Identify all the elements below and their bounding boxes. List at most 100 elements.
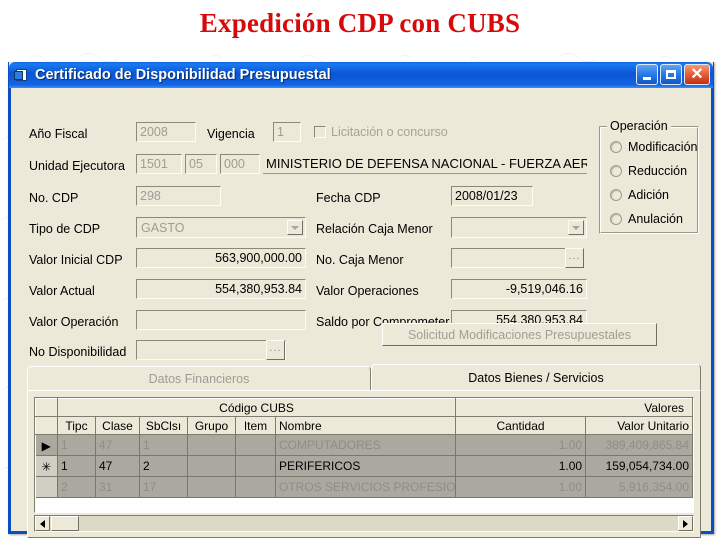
cell-clase: 47: [95, 434, 140, 456]
application-window: Certificado de Disponibilidad Presupuest…: [8, 62, 714, 538]
scroll-left-button[interactable]: [35, 516, 50, 531]
tab-datos-financieros[interactable]: Datos Financieros: [27, 366, 371, 390]
radio-reduccion[interactable]: Reducción: [610, 164, 687, 178]
cell-item: [235, 476, 276, 498]
radio-adicion[interactable]: Adición: [610, 188, 669, 202]
no-caja-menor-field[interactable]: [451, 248, 566, 268]
col-cantidad[interactable]: Cantidad: [455, 416, 587, 435]
valor-inicial-cdp-label: Valor Inicial CDP: [29, 253, 123, 267]
radio-circle-icon: [610, 189, 622, 201]
table-row[interactable]: ✳ 1 47 2 PERIFERICOS 1.00 159,054,734.00: [35, 455, 693, 477]
cell-tipo: 2: [57, 476, 96, 498]
no-caja-menor-label: No. Caja Menor: [316, 253, 404, 267]
cell-valor-unitario: 389,409,865.84: [585, 434, 693, 456]
scroll-right-button[interactable]: [678, 516, 693, 531]
cell-cantidad: 1.00: [455, 476, 587, 498]
scrollbar-thumb[interactable]: [51, 516, 79, 531]
radio-circle-icon: [610, 165, 622, 177]
grid-group-header-valores: Valores: [455, 398, 693, 417]
no-disponibilidad-label: No Disponibilidad: [29, 345, 127, 359]
col-grupo[interactable]: Grupo: [187, 416, 236, 435]
valor-actual-label: Valor Actual: [29, 284, 95, 298]
table-row[interactable]: ▶ 1 47 1 COMPUTADORES 1.00 389,409,865.8…: [35, 434, 693, 456]
relacion-caja-menor-dropdown[interactable]: [451, 217, 587, 238]
operacion-group-title: Operación: [607, 119, 671, 133]
radio-anulacion[interactable]: Anulación: [610, 212, 683, 226]
cell-clase: 31: [95, 476, 140, 498]
fecha-cdp-field[interactable]: 2008/01/23: [451, 186, 533, 206]
unidad-ejecutora-label: Unidad Ejecutora: [29, 159, 125, 173]
tipo-cdp-dropdown[interactable]: GASTO: [136, 217, 306, 238]
valor-inicial-cdp-field[interactable]: 563,900,000.00: [136, 248, 306, 268]
table-row[interactable]: 2 31 17 OTROS SERVICIOS PROFESIONALE 1.0…: [35, 476, 693, 498]
radio-modificacion[interactable]: Modificación: [610, 140, 697, 154]
tabstrip: Datos Financieros Datos Bienes / Servici…: [27, 364, 701, 538]
page-title: Expedición CDP con CUBS: [199, 8, 521, 38]
cubs-grid[interactable]: Código CUBS Valores Tipc Clase SbClsı Gr…: [34, 397, 694, 513]
valor-operacion-field[interactable]: [136, 310, 306, 330]
checkbox-box: [314, 126, 326, 138]
tipo-cdp-label: Tipo de CDP: [29, 222, 101, 236]
no-caja-menor-browse-button[interactable]: ...: [565, 248, 584, 268]
valor-operaciones-field[interactable]: -9,519,046.16: [451, 279, 587, 299]
grid-column-header-row: Tipc Clase SbClsı Grupo Item Nombre Cant…: [35, 416, 693, 435]
cell-subclase: 17: [139, 476, 188, 498]
radio-reduccion-label: Reducción: [628, 164, 688, 178]
radio-anulacion-label: Anulación: [628, 212, 683, 226]
document-icon: [14, 68, 30, 83]
cell-valor-unitario: 5,916,354.00: [585, 476, 693, 498]
chevron-down-icon[interactable]: [287, 220, 303, 235]
cell-nombre: COMPUTADORES: [275, 434, 457, 456]
cell-grupo: [187, 455, 236, 477]
unidad-ejecutora-field-1[interactable]: 1501: [136, 154, 182, 174]
unidad-ejecutora-nombre: MINISTERIO DE DEFENSA NACIONAL - FUERZA …: [263, 154, 587, 174]
radio-circle-icon: [610, 213, 622, 225]
minimize-icon: [643, 76, 651, 80]
col-valor-unitario[interactable]: Valor Unitario: [585, 416, 693, 435]
licitacion-checkbox[interactable]: Licitación o concurso: [314, 125, 448, 139]
no-disponibilidad-field[interactable]: [136, 340, 286, 360]
slide-canvas: Expedición CDP con CUBS Certificado de D…: [0, 0, 720, 540]
close-icon: ✕: [690, 65, 704, 83]
cell-clase: 47: [95, 455, 140, 477]
row-marker[interactable]: ✳: [35, 455, 58, 477]
maximize-icon: [666, 70, 676, 79]
window-controls: ✕: [636, 64, 710, 85]
tab-datos-bienes-servicios[interactable]: Datos Bienes / Servicios: [371, 364, 701, 390]
col-tipo[interactable]: Tipc: [57, 416, 96, 435]
operacion-group: Operación Modificación Reducción Adición…: [599, 119, 699, 234]
cell-item: [235, 434, 276, 456]
window-title: Certificado de Disponibilidad Presupuest…: [35, 67, 331, 83]
no-cdp-field[interactable]: 298: [136, 186, 221, 206]
vigencia-field[interactable]: 1: [273, 122, 301, 142]
relacion-caja-menor-label: Relación Caja Menor: [316, 222, 433, 236]
ano-fiscal-field[interactable]: 2008: [136, 122, 196, 142]
cell-nombre: PERIFERICOS: [275, 455, 457, 477]
col-nombre[interactable]: Nombre: [274, 416, 457, 435]
licitacion-label: Licitación o concurso: [331, 125, 448, 139]
cell-cantidad: 1.00: [455, 455, 587, 477]
maximize-button[interactable]: [660, 64, 682, 85]
tipo-cdp-value: GASTO: [141, 220, 185, 235]
cell-cantidad: 1.00: [455, 434, 587, 456]
row-marker[interactable]: ▶: [35, 434, 58, 456]
grid-horizontal-scrollbar[interactable]: [34, 515, 694, 532]
col-item[interactable]: Item: [235, 416, 276, 435]
no-disponibilidad-browse-button[interactable]: ...: [266, 340, 285, 360]
chevron-down-icon[interactable]: [568, 220, 584, 235]
grid-corner-cell: [35, 398, 58, 417]
close-button[interactable]: ✕: [684, 64, 710, 85]
chevron-right-icon: [683, 519, 688, 528]
col-subclase[interactable]: SbClsı: [139, 416, 188, 435]
row-marker[interactable]: [35, 476, 58, 498]
ano-fiscal-label: Año Fiscal: [29, 127, 88, 141]
unidad-ejecutora-field-3[interactable]: 000: [220, 154, 260, 174]
minimize-button[interactable]: [636, 64, 658, 85]
cell-tipo: 1: [57, 434, 96, 456]
valor-actual-field[interactable]: 554,380,953.84: [136, 279, 306, 299]
unidad-ejecutora-field-2[interactable]: 05: [185, 154, 217, 174]
window-titlebar[interactable]: Certificado de Disponibilidad Presupuest…: [9, 62, 713, 88]
solicitud-modificaciones-button[interactable]: Solicitud Modificaciones Presupuestales: [382, 323, 657, 346]
col-clase[interactable]: Clase: [95, 416, 140, 435]
window-client-area: Año Fiscal 2008 Vigencia 1 Licitación o …: [9, 88, 713, 538]
